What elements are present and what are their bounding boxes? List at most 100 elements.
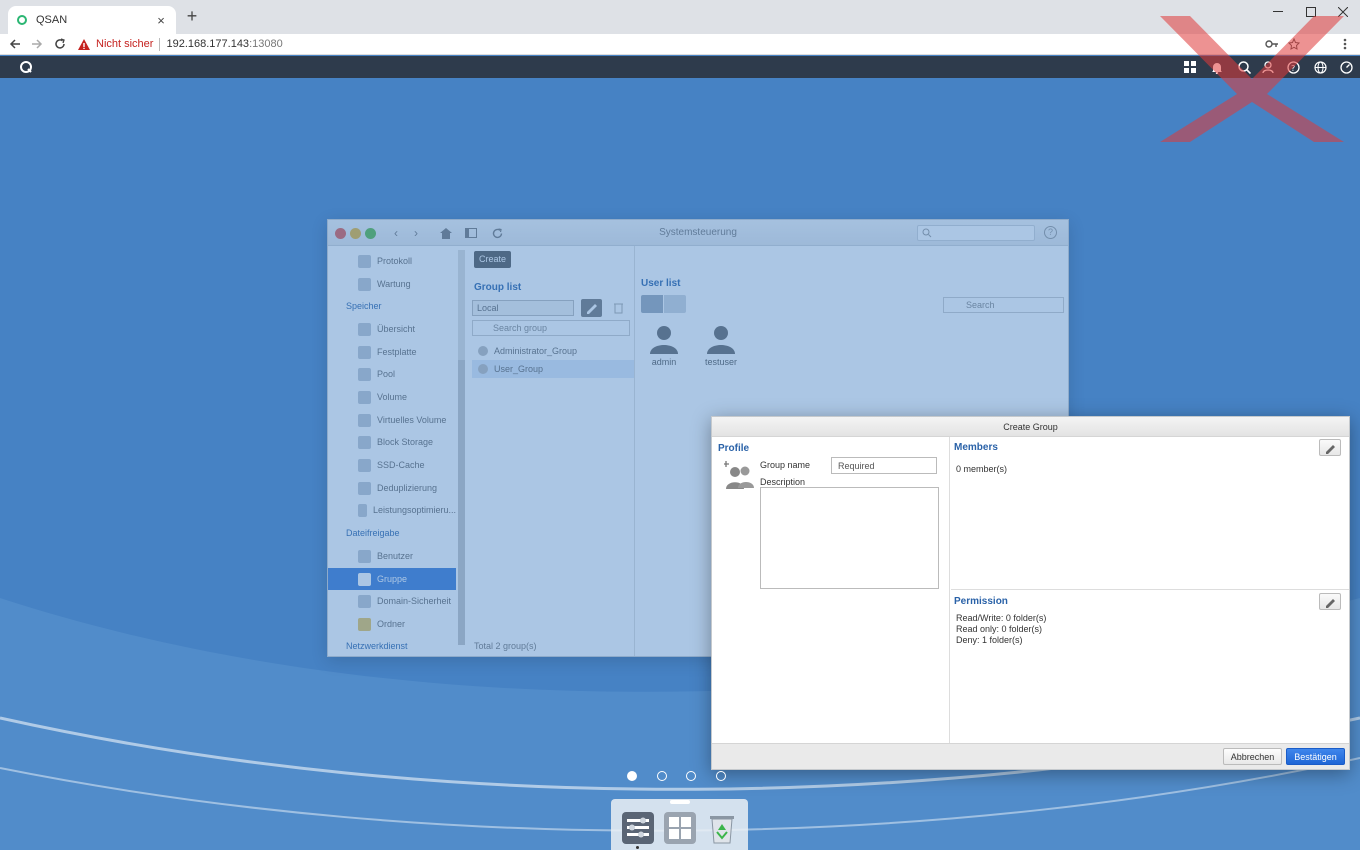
app-grid-icon[interactable] xyxy=(663,811,697,845)
edit-group-button[interactable] xyxy=(581,299,602,317)
log-icon xyxy=(358,254,371,268)
sidebar-section-speicher[interactable]: Speicher xyxy=(328,296,456,316)
sidebar-item-gruppe[interactable]: Gruppe xyxy=(328,568,456,590)
sidebar-item-volume[interactable]: Volume xyxy=(328,386,456,408)
browser-tab[interactable]: QSAN × xyxy=(8,6,176,34)
sidebar-item-wartung[interactable]: Wartung xyxy=(328,273,456,295)
user-icon xyxy=(358,549,371,563)
cancel-button[interactable]: Abbrechen xyxy=(1223,748,1282,765)
tab-close-icon[interactable]: × xyxy=(154,13,168,28)
sidebar-item-pool[interactable]: Pool xyxy=(328,363,456,385)
members-heading: Members xyxy=(954,442,998,453)
sidebar-section-netzwerkdienst[interactable]: Netzwerkdienst xyxy=(328,636,456,656)
confirm-button[interactable]: Bestätigen xyxy=(1286,748,1345,765)
sidebar-item-ubersicht[interactable]: Übersicht xyxy=(328,318,456,340)
user-avatar-icon xyxy=(650,326,678,354)
group-icon xyxy=(358,572,371,586)
page-dot[interactable] xyxy=(657,771,667,781)
create-group-dialog[interactable]: Create Group Profile Group name Descript… xyxy=(711,416,1350,770)
group-total: Total 2 group(s) xyxy=(474,641,537,651)
virtual-volume-icon xyxy=(358,413,371,427)
omnibox[interactable]: Nicht sicher 192.168.177.143:13080 xyxy=(78,34,1248,54)
group-scope-select[interactable]: Local xyxy=(472,300,574,316)
control-panel-app-icon[interactable] xyxy=(621,811,655,845)
group-row[interactable]: User_Group xyxy=(472,360,634,378)
page-dot-active[interactable] xyxy=(627,771,637,781)
sidebar-item-ssd-cache[interactable]: SSD-Cache xyxy=(328,454,456,476)
group-name-input[interactable] xyxy=(831,457,937,474)
url-port: :13080 xyxy=(249,38,283,50)
add-group-avatar-icon xyxy=(724,461,754,489)
page-dot[interactable] xyxy=(716,771,726,781)
security-warning-text: Nicht sicher xyxy=(96,38,154,50)
sidebar-item-deduplizierung[interactable]: Deduplizierung xyxy=(328,477,456,499)
domain-globe-icon xyxy=(358,594,371,608)
view-list-toggle[interactable] xyxy=(664,295,686,313)
members-count: 0 member(s) xyxy=(956,464,1008,474)
pencil-icon xyxy=(587,304,597,314)
sidebar-section-dateifreigabe[interactable]: Dateifreigabe xyxy=(328,523,456,543)
edit-members-button[interactable] xyxy=(1319,439,1341,456)
user-search-input[interactable]: Search xyxy=(943,297,1064,313)
user-card-testuser[interactable]: testuser xyxy=(699,324,743,370)
search-group-input[interactable]: Search group xyxy=(472,320,630,336)
description-textarea[interactable] xyxy=(760,487,939,589)
watermark-logo xyxy=(1160,16,1344,142)
page-dot[interactable] xyxy=(686,771,696,781)
sidebar-item-block-storage[interactable]: Block Storage xyxy=(328,431,456,453)
create-button[interactable]: Create xyxy=(474,251,511,268)
forward-arrow-icon[interactable] xyxy=(28,36,46,52)
permission-deny: Deny: 1 folder(s) xyxy=(956,635,1023,645)
edit-permission-button[interactable] xyxy=(1319,593,1341,610)
group-icon xyxy=(478,364,488,374)
warning-icon xyxy=(78,38,90,50)
qsan-logo-icon[interactable] xyxy=(19,60,33,74)
members-pane xyxy=(951,437,1349,590)
sidebar-item-domain-sicherheit[interactable]: Domain-Sicherheit xyxy=(328,590,456,612)
reload-icon[interactable] xyxy=(51,36,69,52)
group-name-label: Group name xyxy=(760,460,811,470)
sidebar-item-virtuelles-volume[interactable]: Virtuelles Volume xyxy=(328,409,456,431)
help-icon[interactable]: ? xyxy=(1044,226,1057,239)
ssd-cache-icon xyxy=(358,458,371,472)
sidebar-scrollbar-thumb[interactable] xyxy=(458,360,465,645)
pane-divider xyxy=(634,246,635,656)
view-grid-toggle[interactable] xyxy=(641,295,663,313)
group-icon xyxy=(478,346,488,356)
group-row[interactable]: Administrator_Group xyxy=(472,342,634,360)
sidebar-item-leistungsoptimierung[interactable]: Leistungsoptimieru... xyxy=(328,499,456,521)
sidebar-item-benutzer[interactable]: Benutzer xyxy=(328,545,456,567)
permission-read-write: Read/Write: 0 folder(s) xyxy=(956,613,1047,623)
qsan-top-bar xyxy=(0,56,1360,78)
back-arrow-icon[interactable] xyxy=(6,36,24,52)
user-card-admin[interactable]: admin xyxy=(642,324,686,370)
omnibox-separator xyxy=(159,37,161,51)
permission-heading: Permission xyxy=(954,596,1008,607)
description-label: Description xyxy=(760,477,806,487)
overview-icon xyxy=(358,322,371,336)
recycle-bin-icon[interactable] xyxy=(705,811,739,845)
pencil-icon xyxy=(1326,598,1335,608)
tools-icon xyxy=(358,277,371,291)
url-host: 192.168.177.143 xyxy=(166,38,250,50)
new-tab-button[interactable]: + xyxy=(184,7,200,25)
dedup-icon xyxy=(358,481,371,495)
dock-handle[interactable] xyxy=(670,800,690,804)
user-avatar-icon xyxy=(707,326,735,354)
pencil-icon xyxy=(1326,444,1335,454)
qsan-favicon-icon xyxy=(17,15,27,25)
dialog-title[interactable]: Create Group xyxy=(712,417,1349,437)
delete-group-button[interactable] xyxy=(608,299,629,317)
user-list-heading: User list xyxy=(641,278,681,289)
disk-icon xyxy=(358,345,371,359)
performance-icon xyxy=(358,503,367,517)
control-panel-search-input[interactable] xyxy=(917,225,1035,241)
dock-active-indicator xyxy=(636,846,639,849)
sidebar-item-ordner[interactable]: Ordner xyxy=(328,613,456,635)
search-icon xyxy=(922,228,932,238)
trash-icon xyxy=(614,303,623,314)
sidebar-item-protokoll[interactable]: Protokoll xyxy=(328,250,456,272)
group-list-heading: Group list xyxy=(474,282,522,293)
block-storage-icon xyxy=(358,435,371,449)
sidebar-item-festplatte[interactable]: Festplatte xyxy=(328,341,456,363)
